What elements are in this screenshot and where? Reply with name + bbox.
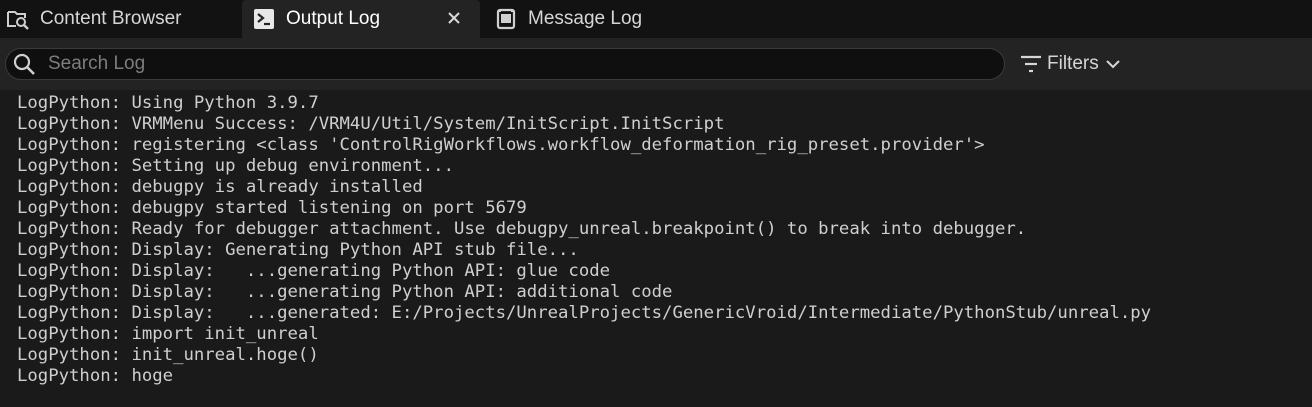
- search-input[interactable]: [48, 53, 1004, 75]
- log-line: LogPython: Setting up debug environment.…: [17, 156, 454, 176]
- log-line: LogPython: Ready for debugger attachment…: [17, 219, 1027, 239]
- terminal-icon: [252, 7, 276, 31]
- log-line: LogPython: VRMMenu Success: /VRM4U/Util/…: [17, 114, 725, 134]
- log-line: LogPython: Using Python 3.9.7: [17, 93, 319, 113]
- message-log-icon: [494, 7, 518, 31]
- log-line: LogPython: debugpy started listening on …: [17, 198, 527, 218]
- log-output[interactable]: LogPython: Using Python 3.9.7 LogPython:…: [0, 90, 1312, 407]
- search-toolbar: Filters: [0, 38, 1312, 90]
- tab-output-log[interactable]: Output Log: [242, 0, 480, 38]
- log-line: LogPython: debugpy is already installed: [17, 177, 423, 197]
- filter-icon: [1020, 53, 1042, 75]
- log-lines: LogPython: Using Python 3.9.7 LogPython:…: [17, 93, 1151, 387]
- close-icon[interactable]: [444, 8, 464, 28]
- chevron-down-icon: [1105, 56, 1121, 72]
- filters-button[interactable]: Filters: [1020, 50, 1121, 78]
- search-box[interactable]: [5, 48, 1005, 80]
- output-log-panel: Content Browser Output Log Message Log S…: [0, 0, 1312, 407]
- log-line: LogPython: Display: ...generated: E:/Pro…: [17, 303, 1152, 323]
- log-line: LogPython: Display: ...generating Python…: [17, 282, 673, 302]
- tab-label: Output Log: [286, 8, 381, 29]
- tab-label: Message Log: [528, 8, 643, 29]
- tab-content-browser[interactable]: Content Browser: [6, 0, 238, 38]
- filters-label: Filters: [1047, 53, 1099, 74]
- log-line: LogPython: init_unreal.hoge(): [17, 345, 319, 365]
- log-line: LogPython: import init_unreal: [17, 324, 319, 344]
- log-line: LogPython: Display: ...generating Python…: [17, 261, 611, 281]
- log-line: LogPython: hoge: [17, 366, 174, 386]
- tab-bar: Content Browser Output Log Message Log: [0, 0, 1312, 38]
- log-line: LogPython: registering <class 'ControlRi…: [17, 135, 985, 155]
- log-line: LogPython: Display: Generating Python AP…: [17, 240, 579, 260]
- tab-message-log[interactable]: Message Log: [494, 0, 694, 38]
- content-browser-icon: [6, 7, 30, 31]
- search-icon: [10, 50, 38, 78]
- tab-label: Content Browser: [40, 8, 182, 29]
